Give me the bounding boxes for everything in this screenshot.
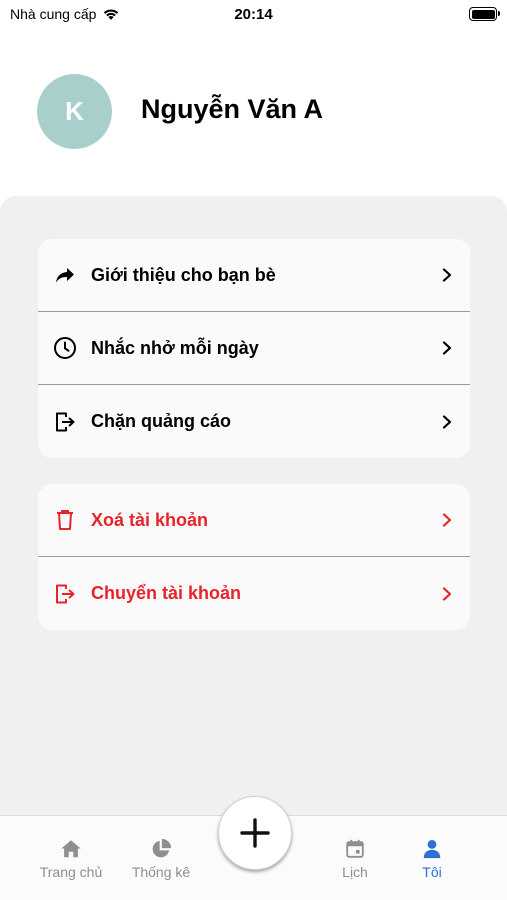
menu-item-block-ads[interactable]: Chặn quảng cáo: [38, 385, 470, 458]
menu-item-label: Xoá tài khoản: [91, 509, 209, 530]
person-icon: [423, 840, 441, 859]
status-time: 20:14: [234, 6, 273, 23]
calendar-icon: [346, 839, 364, 858]
tab-home[interactable]: Trang chủ: [26, 838, 116, 880]
pie-chart-icon: [152, 838, 172, 858]
exit-icon: [52, 581, 78, 607]
battery-icon: [469, 7, 500, 21]
tab-label: Trang chủ: [39, 864, 103, 880]
menu-item-label: Chặn quảng cáo: [91, 411, 232, 431]
avatar-initial: K: [65, 96, 84, 126]
menu-item-label: Giới thiệu cho bạn bè: [91, 264, 276, 285]
chevron-right-icon: [442, 414, 452, 429]
menu-item-refer-friends[interactable]: Giới thiệu cho bạn bè: [38, 239, 470, 312]
chevron-right-icon: [442, 513, 452, 527]
tab-me[interactable]: Tôi: [387, 838, 477, 880]
chevron-right-icon: [442, 268, 452, 282]
menu-item-switch-account[interactable]: Chuyển tài khoản: [38, 557, 470, 630]
tab-label: Thống kê: [131, 864, 191, 880]
status-bar: Nhà cung cấp 20:14: [0, 0, 507, 30]
share-arrow-icon: [52, 262, 78, 288]
settings-menu: Giới thiệu cho bạn bè Nhắc nhở mỗi ngày …: [38, 239, 470, 458]
tab-label: Tôi: [422, 864, 442, 880]
trash-icon: [52, 507, 78, 533]
plus-icon: [240, 818, 270, 848]
tab-stats[interactable]: Thống kê: [116, 838, 206, 880]
account-menu: Xoá tài khoản Chuyển tài khoản: [38, 484, 470, 630]
chevron-right-icon: [442, 341, 452, 355]
chevron-right-icon: [442, 586, 452, 601]
add-button[interactable]: [218, 796, 292, 870]
user-name: Nguyễn Văn A: [141, 94, 324, 124]
menu-item-daily-reminder[interactable]: Nhắc nhở mỗi ngày: [38, 312, 470, 385]
menu-item-delete-account[interactable]: Xoá tài khoản: [38, 484, 470, 557]
home-icon: [61, 840, 81, 858]
avatar[interactable]: K: [37, 74, 112, 149]
menu-item-label: Chuyển tài khoản: [91, 583, 242, 603]
exit-icon: [52, 409, 78, 435]
menu-item-label: Nhắc nhở mỗi ngày: [91, 337, 259, 358]
tab-label: Lịch: [342, 864, 368, 880]
clock-icon: [52, 335, 78, 361]
